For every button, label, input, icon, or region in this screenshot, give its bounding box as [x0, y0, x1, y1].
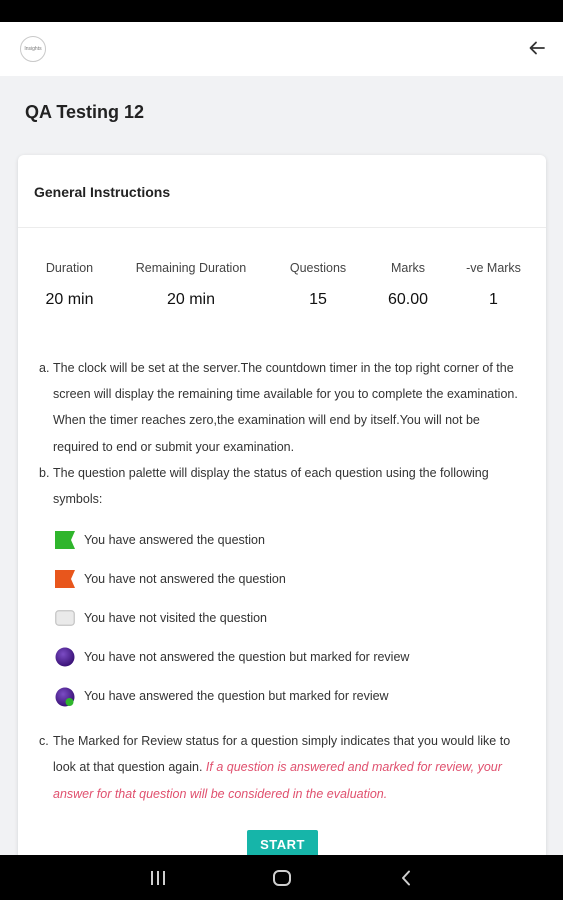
instruction-text: The clock will be set at the server.The …: [53, 361, 518, 454]
stat-value: 20 min: [166, 291, 216, 308]
instruction-marker: c.: [39, 734, 49, 749]
legend-text: You have answered the question: [84, 532, 265, 547]
stat-label: -ve Marks: [466, 261, 521, 275]
card-header: General Instructions: [18, 155, 546, 228]
instruction-b: b. The question palette will display the…: [39, 460, 529, 512]
recent-apps-icon: [150, 870, 165, 885]
legend-item: You have answered the question but marke…: [54, 677, 529, 716]
system-nav-bar: [0, 855, 563, 900]
arrow-left-icon: [529, 41, 545, 55]
stat-negative-marks: -ve Marks 1: [441, 261, 546, 309]
instruction-c: c. The Marked for Review status for a qu…: [39, 728, 529, 807]
stat-label: Questions: [289, 261, 347, 275]
stat-value: 60.00: [387, 291, 429, 308]
instruction-text: The question palette will display the st…: [53, 465, 489, 507]
legend-item: You have not visited the question: [54, 599, 529, 638]
legend-item: You have not answered the question: [54, 559, 529, 598]
home-icon: [272, 869, 291, 886]
page-title: QA Testing 12: [25, 102, 145, 122]
status-legend: You have answered the question You have …: [54, 520, 529, 716]
instruction-text: The Marked for Review status for a quest…: [53, 728, 529, 807]
app-bar: Insights: [0, 22, 563, 76]
instruction-marker: b.: [39, 465, 50, 480]
home-button[interactable]: [220, 855, 344, 900]
instructions-card: General Instructions Duration 20 min Rem…: [18, 155, 546, 875]
legend-item: You have not answered the question but m…: [54, 638, 529, 677]
card-header-title: General Instructions: [34, 184, 171, 200]
stat-label: Duration: [45, 261, 94, 275]
orange-flag-icon: [54, 568, 76, 590]
grey-box-icon: [54, 607, 76, 629]
stat-label: Marks: [390, 261, 426, 275]
legend-text: You have not answered the question but m…: [84, 650, 410, 665]
instruction-a: a. The clock will be set at the server.T…: [39, 355, 529, 460]
stat-questions: Questions 15: [261, 261, 375, 309]
stat-remaining-duration: Remaining Duration 20 min: [121, 261, 261, 309]
green-flag-icon: [54, 529, 76, 551]
start-button[interactable]: START: [247, 830, 318, 858]
instructions-list: a. The clock will be set at the server.T…: [39, 355, 529, 807]
app-logo: Insights: [20, 36, 46, 62]
stat-duration: Duration 20 min: [18, 261, 121, 309]
system-back-button[interactable]: [344, 855, 468, 900]
purple-circle-icon: [54, 646, 76, 668]
logo-text: Insights: [24, 46, 42, 52]
stat-value: 1: [489, 291, 498, 308]
status-bar: [0, 0, 563, 22]
legend-text: You have not visited the question: [84, 611, 268, 626]
recents-button[interactable]: [96, 855, 220, 900]
legend-text: You have not answered the question: [84, 571, 286, 586]
legend-item: You have answered the question: [54, 520, 529, 559]
back-button[interactable]: [523, 34, 551, 62]
stat-value: 15: [309, 291, 327, 308]
instruction-marker: a.: [39, 361, 50, 375]
exam-stats: Duration 20 min Remaining Duration 20 mi…: [18, 261, 546, 309]
system-back-icon: [401, 870, 410, 885]
stat-value: 20 min: [45, 291, 94, 308]
legend-text: You have answered the question but marke…: [84, 689, 389, 704]
purple-circle-with-check-icon: [54, 686, 76, 708]
stat-marks: Marks 60.00: [375, 261, 441, 309]
stat-label: Remaining Duration: [135, 261, 247, 275]
